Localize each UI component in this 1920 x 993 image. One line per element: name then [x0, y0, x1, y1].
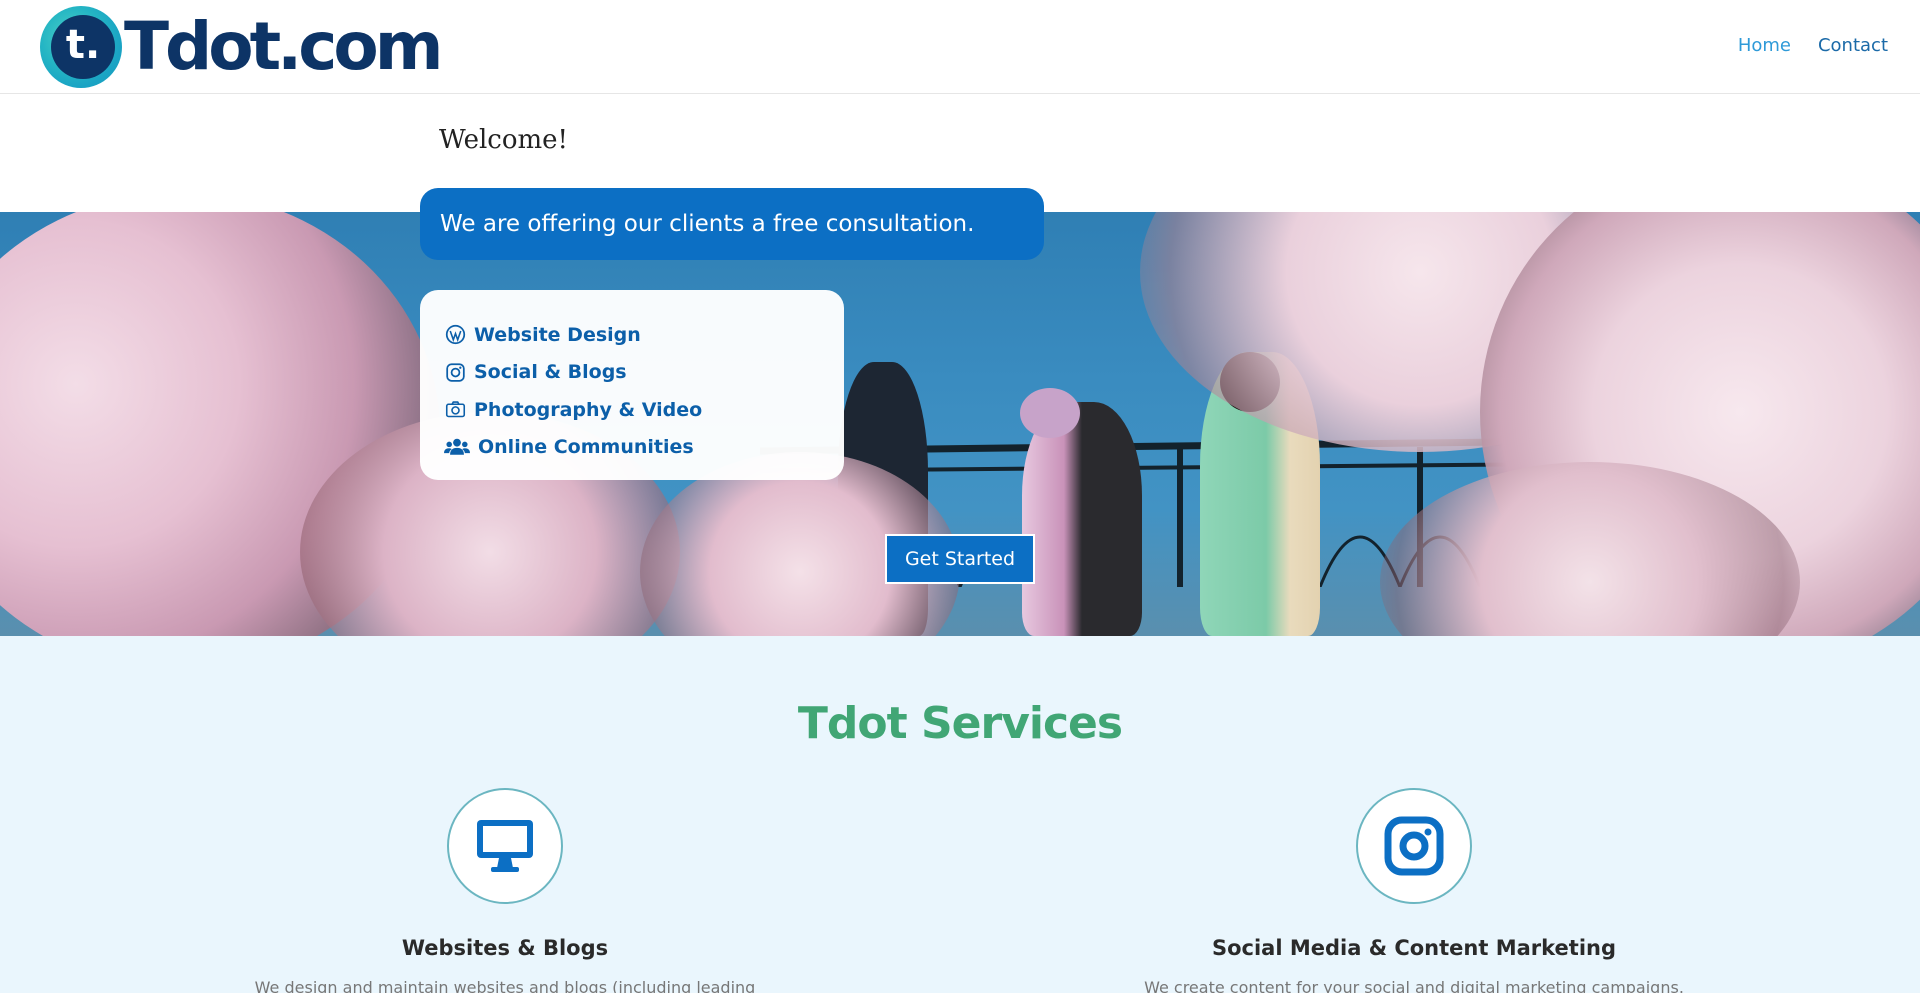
site-header: t. Tdot.com Home Contact: [0, 0, 1920, 94]
services-title: Tdot Services: [797, 698, 1123, 749]
service-card-title: Social Media & Content Marketing: [1211, 936, 1616, 960]
service-card-description: We design and maintain websites and blog…: [254, 978, 756, 993]
person-figure: [1022, 402, 1142, 636]
nav-contact-link[interactable]: Contact: [1818, 35, 1888, 56]
service-item-label: Online Communities: [478, 436, 694, 459]
service-card-description: We create content for your social and di…: [1144, 978, 1684, 993]
service-card-title: Websites & Blogs: [401, 936, 609, 960]
person-figure: [1020, 388, 1080, 438]
service-item-label: Social & Blogs: [474, 361, 627, 384]
welcome-heading: Welcome!: [439, 125, 569, 155]
service-card-social-media: Social Media & Content Marketing We crea…: [1064, 788, 1764, 993]
service-item-social-blogs[interactable]: Social & Blogs: [444, 354, 844, 392]
service-item-website-design[interactable]: Website Design: [444, 316, 844, 354]
wordpress-icon: [444, 324, 466, 346]
get-started-button[interactable]: Get Started: [885, 534, 1035, 584]
camera-icon: [444, 399, 466, 421]
instagram-icon: [444, 361, 466, 383]
logo-text: Tdot.com: [124, 8, 443, 85]
users-icon: [444, 436, 470, 458]
desktop-icon: [447, 788, 563, 904]
offer-banner: We are offering our clients a free consu…: [420, 188, 1044, 260]
services-section: Tdot Services Websites & Blogs We design…: [0, 636, 1920, 993]
service-item-label: Website Design: [474, 323, 641, 346]
site-logo[interactable]: t. Tdot.com: [40, 5, 443, 89]
services-list-card: Website Design Social & Blogs Photograph…: [420, 290, 844, 480]
service-card-websites: Websites & Blogs We design and maintain …: [155, 788, 855, 993]
service-item-online-communities[interactable]: Online Communities: [444, 429, 844, 467]
nav-home-link[interactable]: Home: [1738, 35, 1791, 56]
logo-mark: t.: [40, 6, 122, 88]
main-nav: Home Contact: [1738, 35, 1888, 56]
logo-mark-letter: t.: [51, 15, 115, 79]
service-item-photography-video[interactable]: Photography & Video: [444, 391, 844, 429]
instagram-icon: [1356, 788, 1472, 904]
service-item-label: Photography & Video: [474, 398, 703, 421]
